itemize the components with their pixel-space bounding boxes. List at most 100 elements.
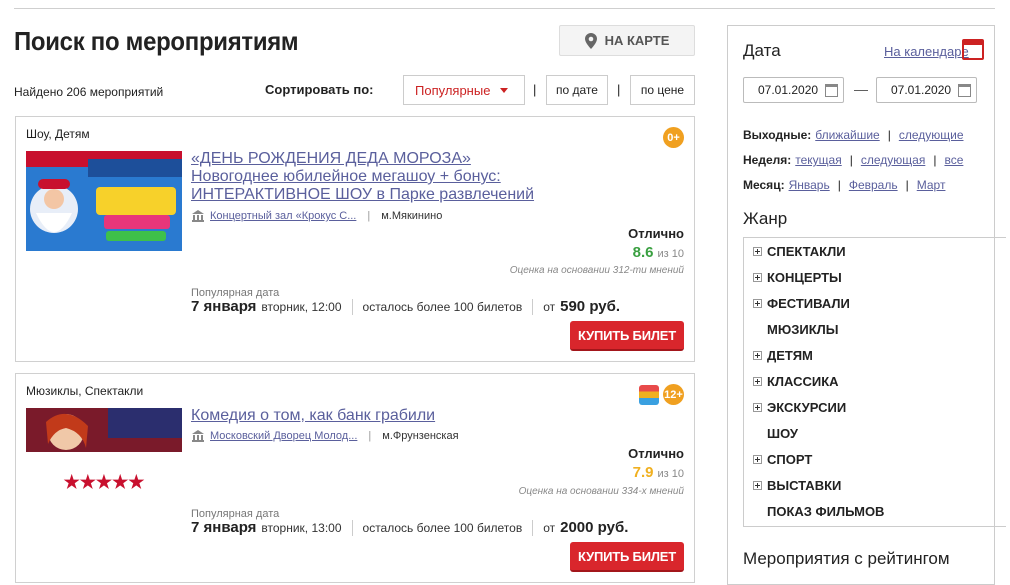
expand-icon[interactable]: [753, 246, 762, 256]
expand-icon[interactable]: [753, 454, 762, 464]
genre-label: ШОУ: [767, 425, 798, 441]
rating-filter-title: Мероприятия с рейтингом: [743, 549, 950, 568]
genre-filter-title: Жанр: [743, 209, 788, 228]
map-button[interactable]: НА КАРТЕ: [559, 25, 695, 56]
buy-ticket-button[interactable]: КУПИТЬ БИЛЕТ: [570, 321, 684, 351]
map-button-label: НА КАРТЕ: [604, 33, 670, 48]
month-february-link[interactable]: Февраль: [849, 178, 898, 192]
genre-label: КЛАССИКА: [767, 373, 839, 389]
divider: [532, 298, 534, 315]
event-date: 7 января: [191, 298, 257, 315]
expand-icon[interactable]: [753, 298, 762, 308]
genre-item[interactable]: КОНЦЕРТЫ: [744, 264, 1006, 290]
event-poster-image: [26, 151, 182, 251]
expand-icon[interactable]: [753, 350, 762, 360]
svg-text:★★★★★: ★★★★★: [64, 472, 146, 492]
genre-item[interactable]: СПОРТ: [744, 446, 1006, 472]
rating-of: из 10: [657, 468, 684, 480]
event-card: Шоу, Детям 0+ «ДЕНЬ РОЖДЕНИЯ ДЕДА МОРОЗА…: [15, 116, 695, 362]
event-date-row: 7 января вторник, 12:00 осталось более 1…: [191, 298, 620, 315]
event-image[interactable]: ★★★★★: [26, 408, 182, 504]
filter-separator: |: [887, 128, 891, 142]
week-filter: Неделя: текущая | следующая | все: [743, 153, 963, 167]
expand-icon[interactable]: [753, 376, 762, 386]
event-venue-row: Концертный зал «Крокус С... | м.Мякинино: [191, 210, 442, 222]
genre-item[interactable]: ВЫСТАВКИ: [744, 472, 1006, 498]
genre-item[interactable]: ЭКСКУРСИИ: [744, 394, 1006, 420]
calendar-link[interactable]: На календаре: [884, 44, 969, 59]
event-title-link[interactable]: «ДЕНЬ РОЖДЕНИЯ ДЕДА МОРОЗА» Новогоднее ю…: [191, 150, 534, 204]
genre-item[interactable]: ДЕТЯМ: [744, 342, 1006, 368]
expand-icon[interactable]: [753, 402, 762, 412]
date-to-value: 07.01.2020: [891, 83, 952, 97]
venue-link[interactable]: Московский Дворец Молод...: [210, 430, 357, 442]
divider: [351, 519, 353, 536]
age-rating-badge: 12+: [663, 384, 684, 405]
weekends-nearest-link[interactable]: ближайшие: [815, 128, 879, 142]
sort-select[interactable]: Популярные: [403, 75, 525, 105]
rating-label: Отлично: [628, 446, 684, 461]
filter-separator: |: [849, 153, 853, 167]
event-category: Мюзиклы, Спектакли: [26, 384, 144, 398]
calendar-icon[interactable]: [962, 39, 984, 60]
month-label: Месяц:: [743, 178, 785, 192]
genre-label: СПОРТ: [767, 451, 813, 467]
sort-separator: |: [617, 82, 621, 97]
genre-label: ВЫСТАВКИ: [767, 477, 842, 493]
tickets-left: осталось более 100 билетов: [362, 300, 523, 314]
wallet-icon: [639, 385, 659, 405]
week-label: Неделя:: [743, 153, 792, 167]
genre-item[interactable]: ШОУ: [744, 420, 1006, 446]
genre-item[interactable]: МЮЗИКЛЫ: [744, 316, 1006, 342]
week-next-link[interactable]: следующая: [861, 153, 925, 167]
expand-icon[interactable]: [753, 272, 762, 282]
event-title-link[interactable]: Комедия о том, как банк грабили: [191, 407, 435, 425]
genre-item[interactable]: ФЕСТИВАЛИ: [744, 290, 1006, 316]
metro-station: м.Фрунзенская: [382, 430, 459, 442]
building-icon: [192, 430, 204, 442]
event-card: Мюзиклы, Спектакли 12+ ★★★★★ Комедия о т…: [15, 373, 695, 583]
month-march-link[interactable]: Март: [917, 178, 946, 192]
sort-selected-label: Популярные: [415, 82, 491, 98]
genre-item[interactable]: КЛАССИКА: [744, 368, 1006, 394]
sort-by-date-button[interactable]: по дате: [546, 75, 608, 105]
event-weekday-time: вторник, 13:00: [261, 521, 342, 535]
date-to-field[interactable]: 07.01.2020: [876, 77, 977, 103]
building-icon: [192, 210, 204, 222]
date-range-dash: —: [854, 81, 868, 97]
genre-item[interactable]: СПЕКТАКЛИ: [744, 238, 1006, 264]
sort-by-price-button[interactable]: по цене: [630, 75, 695, 105]
event-title-line: «ДЕНЬ РОЖДЕНИЯ ДЕДА МОРОЗА»: [191, 150, 471, 167]
expand-icon[interactable]: [753, 480, 762, 490]
event-price: 590 руб.: [560, 298, 621, 315]
genre-label: ДЕТЯМ: [767, 347, 813, 363]
venue-separator: |: [368, 430, 372, 442]
weekends-next-link[interactable]: следующие: [899, 128, 964, 142]
genre-item[interactable]: ПОКАЗ ФИЛЬМОВ: [744, 498, 1006, 524]
age-rating-badge: 0+: [663, 127, 684, 148]
venue-link[interactable]: Концертный зал «Крокус С...: [210, 210, 356, 222]
sort-label: Сортировать по:: [265, 82, 374, 97]
rating-of: из 10: [657, 248, 684, 260]
genre-label: ПОКАЗ ФИЛЬМОВ: [767, 503, 885, 519]
date-filter-title: Дата: [743, 41, 781, 60]
genre-label: КОНЦЕРТЫ: [767, 269, 842, 285]
event-title-line: Новогоднее юбилейное мегашоу + бонус:: [191, 168, 501, 185]
divider: [351, 298, 353, 315]
event-poster-image: ★★★★★: [26, 408, 182, 504]
month-january-link[interactable]: Январь: [789, 178, 830, 192]
genre-label: СПЕКТАКЛИ: [767, 243, 846, 259]
filter-separator: |: [837, 178, 841, 192]
event-image[interactable]: [26, 151, 182, 251]
week-all-link[interactable]: все: [944, 153, 963, 167]
rating-label: Отлично: [628, 226, 684, 241]
genre-label: ЭКСКУРСИИ: [767, 399, 847, 415]
week-current-link[interactable]: текущая: [795, 153, 841, 167]
page-title: Поиск по мероприятиям: [14, 26, 299, 56]
buy-ticket-button[interactable]: КУПИТЬ БИЛЕТ: [570, 542, 684, 572]
rating-value: 7.9: [632, 464, 654, 481]
date-from-field[interactable]: 07.01.2020: [743, 77, 844, 103]
chevron-down-icon: [500, 87, 509, 93]
weekends-label: Выходные:: [743, 128, 812, 142]
rating-note: Оценка на основании 312-ти мнений: [509, 265, 684, 276]
